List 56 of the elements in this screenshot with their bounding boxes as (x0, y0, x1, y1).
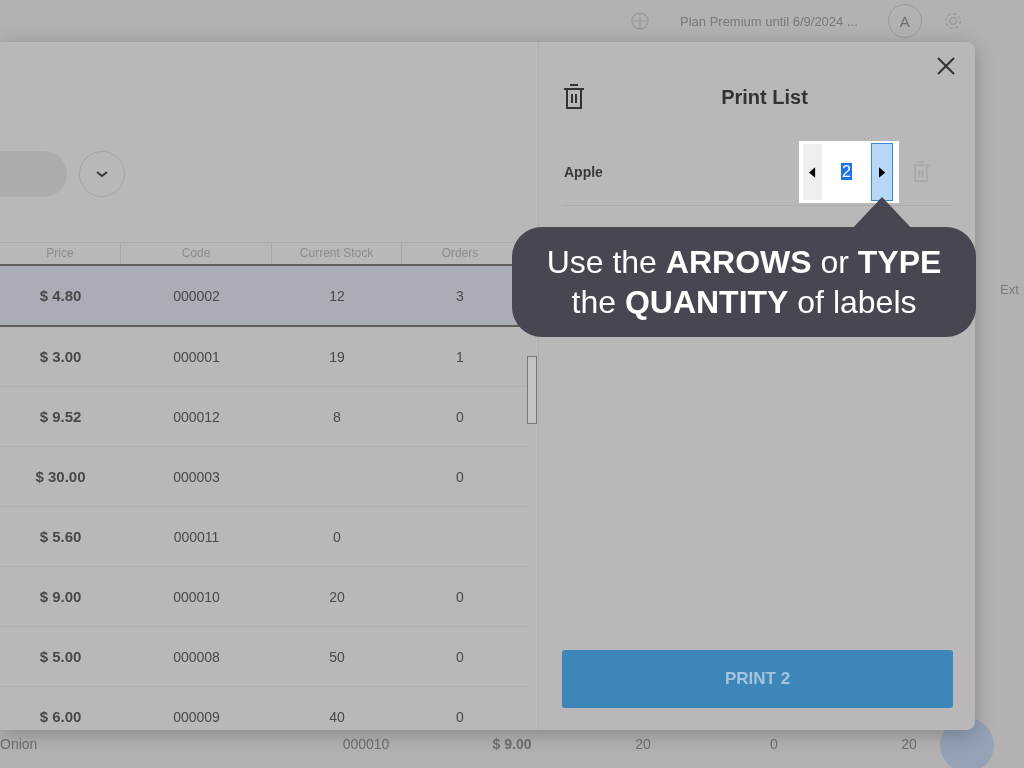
resize-handle[interactable] (527, 356, 537, 424)
table-cell-text: 1 (455, 348, 465, 365)
table-cell-text: 12 (328, 287, 346, 304)
table-cell-text: $ 3.00 (38, 348, 83, 365)
table-row[interactable]: $ 5.60 000011 0 (0, 507, 528, 567)
table-cell-text: 40 (328, 708, 346, 725)
table-cell-text: 000012 (172, 408, 221, 425)
table-cell-text: 20 (634, 736, 652, 752)
table-cell-text: 0 (455, 708, 465, 725)
column-header: Ext (1000, 282, 1019, 297)
quantity-stepper[interactable]: 2 (799, 141, 899, 203)
table-cell-text: 000011 (172, 528, 221, 545)
table-cell-text: Onion (0, 736, 39, 752)
table-row[interactable]: $ 5.00 000008 50 0 (0, 627, 528, 687)
table-cell-text: $ 9.00 (491, 736, 533, 752)
table-cell-text: 0 (455, 408, 465, 425)
table-cell-text: $ 9.52 (38, 408, 83, 425)
table-cell-text: 000003 (172, 468, 221, 485)
table-cell-text: 0 (455, 648, 465, 665)
table-cell-text: 000002 (172, 287, 221, 304)
table-cell-text: 000008 (172, 648, 221, 665)
right-triangle-icon (878, 166, 886, 178)
table-cell-text: $ 9.00 (38, 588, 83, 605)
trash-icon[interactable] (562, 83, 586, 111)
table-cell-text: 000009 (172, 708, 221, 725)
table-cell-text: 8 (332, 408, 342, 425)
table-cell-text: 20 (328, 588, 346, 605)
quantity-value: 2 (841, 163, 852, 180)
table-cell-text: 000010 (341, 736, 391, 752)
close-icon[interactable] (936, 56, 956, 76)
table-row[interactable]: $ 6.00 000009 40 0 (0, 687, 528, 730)
decrease-button[interactable] (803, 144, 822, 200)
left-triangle-icon (809, 166, 816, 178)
table-cell-text: 0 (332, 528, 342, 545)
table-cell-text: 20 (900, 736, 918, 752)
table-cell-text: 000010 (172, 588, 221, 605)
table-cell-text: 0 (455, 468, 465, 485)
table-row[interactable]: $ 30.00 000003 0 (0, 447, 528, 507)
table-cell-text: 0 (455, 588, 465, 605)
table-cell-text: 3 (455, 287, 465, 304)
dialog-title: Print List (720, 85, 809, 109)
globe-icon[interactable] (630, 11, 650, 31)
tooltip-text: Use the ARROWS or TYPE the QUANTITY of labels (545, 243, 943, 322)
plan-text: Plan Premium until 6/9/2024 ... (680, 13, 858, 29)
table-cell-text: 000001 (172, 348, 221, 365)
table-cell-text: $ 4.80 (38, 287, 83, 304)
table-cell-text: 50 (328, 648, 346, 665)
table-cell-text: $ 30.00 (34, 468, 87, 485)
table-cell-text: $ 5.00 (38, 648, 83, 665)
table-cell-text: 0 (769, 736, 779, 752)
table-row[interactable]: $ 9.00 000010 20 0 (0, 567, 528, 627)
item-name: Apple (564, 164, 604, 180)
increase-button[interactable] (871, 143, 893, 201)
table-cell-text: $ 6.00 (38, 708, 83, 725)
table-cell-text: 19 (328, 348, 346, 365)
table-cell-text: $ 5.60 (38, 528, 83, 545)
